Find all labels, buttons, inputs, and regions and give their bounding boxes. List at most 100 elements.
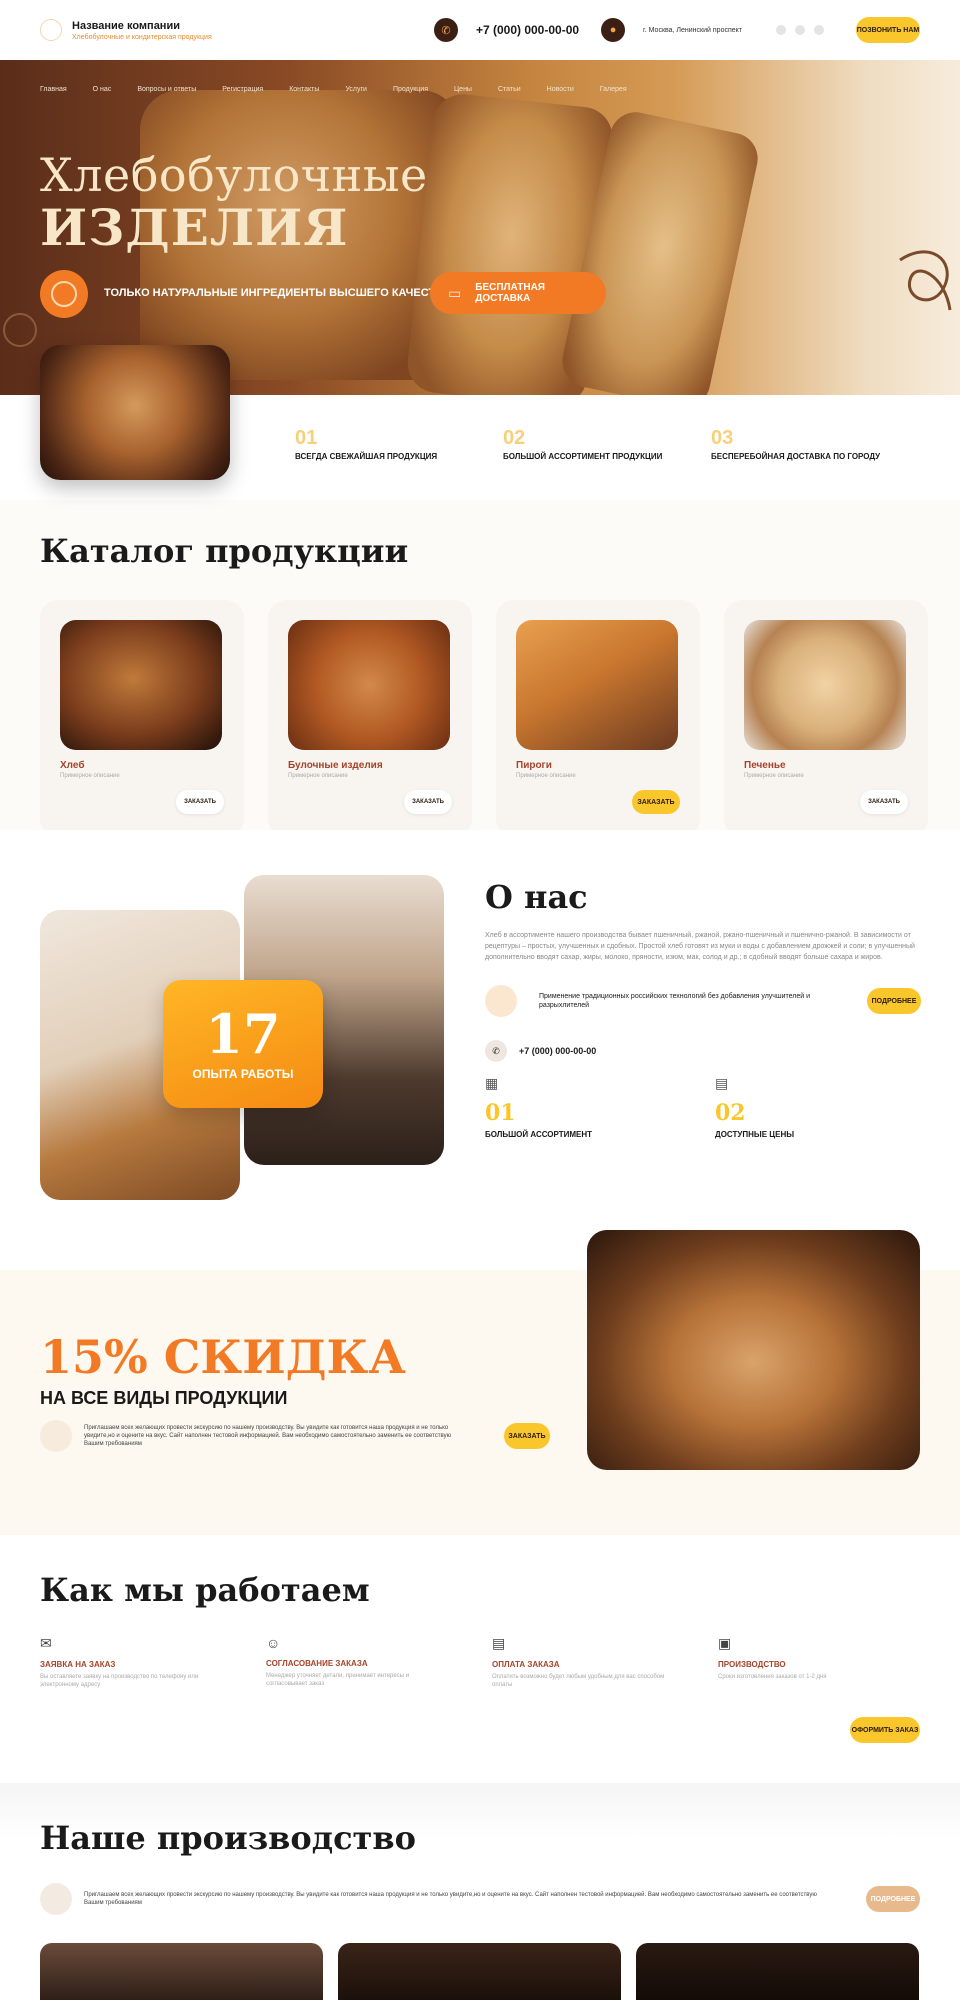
nav-item-prices[interactable]: Цены [454,86,472,93]
step-title: Заявка на заказ [40,1660,116,1669]
about-section: 17 Опыта работы О нас Хлеб в ассортимент… [0,830,960,1270]
nav-item-home[interactable]: Главная [40,86,67,93]
feature-text: Большой ассортимент продукции [503,452,663,461]
nav-item-products[interactable]: Продукция [393,86,428,93]
top-header: Название компании Хлебобулочные и кондит… [0,0,960,60]
product-image [516,620,678,750]
assortment-icon: ▦ [485,1075,499,1091]
location-pin-icon: ● [601,18,626,42]
nav-item-gallery[interactable]: Галерея [600,86,627,93]
step-desc: Вы оставляете заявку на производство по … [40,1674,199,1688]
logo-icon [40,19,62,41]
payment-icon: ▤ [492,1635,506,1651]
product-card[interactable]: Печенье Примерное описание Заказать [724,600,928,837]
stat-label: Доступные цены [715,1130,795,1139]
feature-number: 03 [711,427,734,449]
bread-basket-image [40,345,230,480]
feature-text: Бесперебойная доставка по городу [711,452,881,461]
phone-icon: ✆ [433,18,458,42]
bun-sketch-icon [3,313,37,347]
feature-item: 02 Большой ассортимент продукции [503,427,673,461]
nav-item-faq[interactable]: Вопросы и ответы [137,86,196,93]
experience-badge: 17 Опыта работы [163,980,323,1108]
product-name: Булочные изделия [288,760,383,771]
pretzel-icon [40,1883,72,1915]
order-button[interactable]: Заказать [176,790,224,814]
product-image [744,620,906,750]
step-item: ✉ Заявка на заказ Вы оставляете заявку н… [40,1635,266,1689]
product-card[interactable]: Пироги Примерное описание Заказать [496,600,700,837]
telegram-icon[interactable] [795,25,805,35]
order-button[interactable]: Заказать [860,790,908,814]
step-desc: Менеджер уточняет детали, принимает инте… [266,1673,410,1687]
bread-icon [485,985,517,1017]
vk-icon[interactable] [776,25,786,35]
callback-button[interactable]: Позвонить нам [856,17,920,43]
production-gallery [40,1943,919,2000]
truck-icon: ▭ [448,284,462,301]
gallery-image[interactable] [338,1943,621,2000]
nav-item-contacts[interactable]: Контакты [289,86,319,93]
hero-ingredients-text: Только натуральные ингредиенты высшего к… [104,287,451,299]
nav-item-registration[interactable]: Регистрация [222,86,263,93]
more-button[interactable]: Подробнее [867,988,921,1014]
feature-number: 01 [295,427,318,449]
pretzel-icon [40,1420,72,1452]
product-name: Хлеб [60,760,85,771]
gallery-image[interactable] [636,1943,919,2000]
tech-text: Применение традиционных российских техно… [539,993,811,1009]
discount-row: Приглашаем всех желающих провести экскур… [40,1420,550,1452]
how-title: Как мы работаем [40,1571,370,1609]
free-delivery-label: Бесплатная доставка [475,282,545,304]
product-desc: Примерное описание [516,773,576,779]
production-row: Приглашаем всех желающих провести экскур… [40,1883,920,1915]
product-name: Пироги [516,760,552,771]
place-order-button[interactable]: Оформить заказ [850,1717,920,1743]
step-desc: Оплатить возможно будет любым удобным дл… [492,1674,665,1688]
order-button[interactable]: Заказать [404,790,452,814]
social-links [776,25,824,35]
logo[interactable]: Название компании Хлебобулочные и кондит… [40,19,212,41]
header-phone[interactable]: +7 (000) 000-00-00 [476,23,579,37]
gallery-image[interactable] [40,1943,323,2000]
product-card[interactable]: Хлеб Примерное описание Заказать [40,600,244,837]
header-address: г. Москва, Ленинский проспект [643,26,742,34]
production-text: Приглашаем всех желающих провести экскур… [84,1892,817,1906]
manager-icon: ☺ [266,1635,281,1651]
free-delivery-badge[interactable]: ▭ Бесплатная доставка [430,272,606,314]
nav-item-articles[interactable]: Статьи [498,86,521,93]
quality-badge-icon [40,270,88,318]
whatsapp-icon[interactable] [814,25,824,35]
product-desc: Примерное описание [744,773,804,779]
catalog-section: Каталог продукции Хлеб Примерное описани… [0,500,960,837]
production-icon: ▣ [718,1635,732,1651]
step-title: Согласование заказа [266,1659,368,1668]
about-phone-row[interactable]: ✆ +7 (000) 000-00-00 [485,1040,596,1062]
production-section: Наше производство Приглашаем всех желающ… [0,1783,960,2000]
nav-item-about[interactable]: О нас [93,86,112,93]
step-item: ☺ Согласование заказа Менеджер уточняет … [266,1635,492,1689]
discount-order-button[interactable]: Заказать [504,1423,550,1449]
production-more-button[interactable]: Подробнее [866,1886,920,1912]
feature-item: 03 Бесперебойная доставка по городу [711,427,881,461]
feature-text: Всегда свежайшая продукция [295,452,438,461]
about-phone: +7 (000) 000-00-00 [519,1046,597,1056]
company-name: Название компании [72,19,180,32]
nav-item-news[interactable]: Новости [547,86,574,93]
step-item: ▤ Оплата заказа Оплатить возможно будет … [492,1635,718,1689]
rustic-bread-image [587,1230,920,1470]
product-desc: Примерное описание [288,773,348,779]
stat-label: Большой ассортимент [485,1130,593,1139]
pretzel-icon [899,250,952,311]
nav-item-services[interactable]: Услуги [345,86,367,93]
phone-icon: ✆ [485,1040,507,1062]
order-button[interactable]: Заказать [632,790,680,814]
experience-years: 17 [205,1002,281,1066]
stat-number: 02 [715,1100,746,1126]
product-card[interactable]: Булочные изделия Примерное описание Зака… [268,600,472,837]
company-subtitle: Хлебобулочные и кондитерская продукция [72,33,212,41]
about-text: Хлеб в ассортименте нашего производства … [485,932,915,961]
feature-number: 02 [503,427,526,449]
discount-text: Приглашаем всех желающих провести экскур… [84,1425,452,1447]
price-icon: ▤ [715,1075,729,1091]
